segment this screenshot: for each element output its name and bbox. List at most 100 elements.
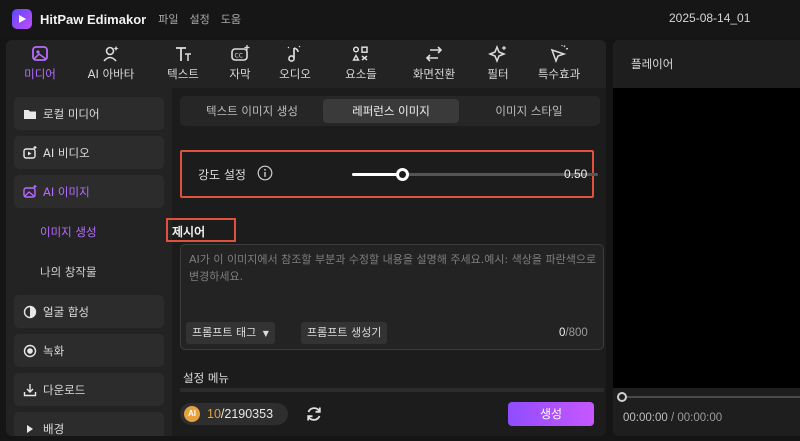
slider-fill [352, 173, 402, 176]
tool-text[interactable]: 텍스트 [158, 40, 208, 88]
prompt-tag-label: 프롬프트 태그 [192, 326, 257, 339]
time-display: 00:00:00 / 00:00:00 [623, 412, 722, 424]
tool-filter[interactable]: 필터 [478, 40, 518, 88]
tool-ai-avatar[interactable]: AI 아바타 [76, 40, 146, 88]
main-toolbar: 미디어 AI 아바타 텍스트 CC 자막 오디오 요소들 화면전환 필터 특수효… [6, 40, 606, 88]
generate-bar: AI 10/2190353 생성 [172, 392, 606, 436]
strength-slider[interactable] [352, 168, 598, 181]
elements-icon [352, 46, 368, 61]
svg-text:CC: CC [235, 53, 243, 60]
sidebar-item-local-media[interactable]: 로컬 미디어 [14, 97, 164, 130]
sidebar-item-ai-video[interactable]: AI 비디오 [14, 136, 164, 169]
credits-total: /2190353 [220, 407, 274, 421]
credits-used: 10 [207, 407, 221, 421]
sidebar-item-background[interactable]: 배경 [14, 412, 164, 436]
prompt-tag-button[interactable]: 프롬프트 태그 ▼ [186, 322, 275, 344]
project-name: 2025-08-14_01 [669, 11, 751, 25]
sidebar-item-label: 얼굴 합성 [43, 304, 89, 319]
menu-file[interactable]: 파일 [158, 11, 178, 27]
title-bar: HitPaw Edimakor 파일 설정 도움 2025-08-14_01 [0, 0, 800, 38]
sidebar-item-face-swap[interactable]: 얼굴 합성 [14, 295, 164, 328]
tool-label: AI 아바타 [87, 67, 135, 81]
sidebar-item-label: AI 비디오 [43, 145, 90, 160]
sidebar-sub-my-creations[interactable]: 나의 창작물 [40, 264, 97, 280]
prompt-generator-button[interactable]: 프롬프트 생성기 [301, 322, 388, 344]
refresh-icon[interactable] [304, 404, 324, 424]
prompt-input[interactable]: AI가 이 이미지에서 참조할 부분과 수정할 내용을 설명해 주세요.예시: … [180, 244, 604, 350]
tool-label: 오디오 [279, 67, 311, 81]
prompt-placeholder[interactable]: AI가 이 이미지에서 참조할 부분과 수정할 내용을 설명해 주세요.예시: … [189, 251, 599, 285]
sidebar-item-download[interactable]: 다운로드 [14, 373, 164, 406]
playhead-handle[interactable] [617, 392, 627, 402]
sidebar-item-record[interactable]: 녹화 [14, 334, 164, 367]
text-icon [176, 47, 191, 61]
strength-label: 강도 설정 [198, 168, 246, 182]
ai-video-icon [23, 145, 37, 159]
player-preview[interactable] [613, 88, 800, 388]
generate-button[interactable]: 생성 [508, 402, 594, 426]
app-logo-icon [12, 9, 32, 29]
tool-label: 자막 [229, 67, 251, 81]
triangle-icon [27, 424, 33, 433]
strength-value: 0.50 [564, 167, 588, 181]
character-counter: 0/800 [559, 327, 588, 339]
sidebar-item-ai-image[interactable]: AI 이미지 [14, 175, 164, 208]
face-swap-icon [23, 305, 37, 318]
sidebar-sub-image-generation[interactable]: 이미지 생성 [40, 224, 97, 240]
coin-icon: AI [184, 406, 200, 422]
slider-handle[interactable] [396, 168, 409, 181]
download-icon [23, 383, 37, 396]
sidebar-item-label: 배경 [43, 421, 65, 436]
playback-timeline[interactable] [617, 392, 800, 402]
sidebar-item-label: 로컬 미디어 [43, 106, 100, 121]
tool-media[interactable]: 미디어 [14, 40, 66, 88]
tool-label: 미디어 [24, 67, 56, 81]
ai-image-content: 텍스트 이미지 생성 레퍼런스 이미지 이미지 스타일 강도 설정 0.50 제… [166, 88, 606, 436]
prompt-title-highlight: 제시어 [166, 218, 236, 242]
tab-reference-image[interactable]: 레퍼런스 이미지 [323, 99, 459, 123]
effects-icon [550, 45, 569, 63]
prompt-title: 제시어 [172, 225, 206, 239]
audio-icon [287, 45, 301, 62]
menu-settings[interactable]: 설정 [189, 11, 209, 27]
tool-label: 특수효과 [537, 67, 581, 81]
info-icon[interactable] [257, 165, 273, 181]
credit-text: 10/2190353 [207, 407, 273, 421]
tool-audio[interactable]: 오디오 [270, 40, 320, 88]
strength-setting: 강도 설정 0.50 [180, 150, 598, 198]
sidebar-item-label: AI 이미지 [43, 184, 90, 199]
sidebar-item-label: 다운로드 [43, 382, 86, 397]
sidebar-item-label: 녹화 [43, 343, 65, 358]
media-panel: 미디어 AI 아바타 텍스트 CC 자막 오디오 요소들 화면전환 필터 특수효… [6, 40, 606, 436]
tool-caption[interactable]: CC 자막 [220, 40, 260, 88]
media-sidebar: 로컬 미디어 AI 비디오 AI 이미지 이미지 생성 나의 창작물 얼굴 합성… [6, 88, 166, 436]
ai-image-icon [23, 184, 37, 198]
tab-text-to-image[interactable]: 텍스트 이미지 생성 [184, 99, 320, 123]
tool-effects[interactable]: 특수효과 [528, 40, 590, 88]
tool-label: 필터 [487, 67, 509, 81]
generation-mode-tabs: 텍스트 이미지 생성 레퍼런스 이미지 이미지 스타일 [180, 96, 600, 126]
player-panel: 플레이어 00:00:00 / 00:00:00 [613, 40, 800, 436]
credit-balance: AI 10/2190353 [180, 403, 288, 425]
settings-menu-title: 설정 메뉴 [183, 371, 229, 385]
tool-transition[interactable]: 화면전환 [402, 40, 466, 88]
avatar-icon [103, 46, 119, 62]
caret-down-icon: ▼ [262, 329, 269, 338]
app-name: HitPaw Edimakor [40, 11, 147, 27]
character-max: /800 [565, 327, 588, 339]
tool-label: 화면전환 [412, 67, 456, 81]
player-title: 플레이어 [631, 57, 674, 71]
tab-image-style[interactable]: 이미지 스타일 [462, 99, 596, 123]
player-controls: 00:00:00 / 00:00:00 [613, 388, 800, 436]
filter-icon [488, 45, 507, 63]
tool-label: 텍스트 [167, 67, 199, 81]
menu-help[interactable]: 도움 [221, 11, 241, 27]
tool-elements[interactable]: 요소들 [336, 40, 386, 88]
folder-icon [24, 109, 36, 119]
current-time: 00:00:00 [623, 412, 668, 424]
record-icon [23, 344, 37, 357]
tool-label: 요소들 [345, 67, 377, 81]
media-icon [32, 46, 48, 61]
transition-icon [425, 46, 443, 62]
caption-icon: CC [231, 45, 250, 61]
